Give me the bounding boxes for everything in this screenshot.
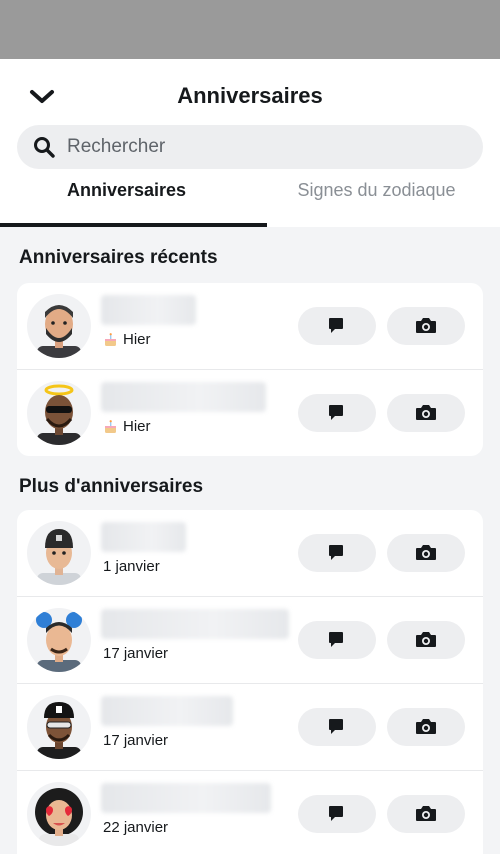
date-label: 17 janvier [103,645,169,662]
page-title: Anniversaires [177,83,323,108]
cake-icon [105,420,116,433]
avatar [27,381,91,445]
birthday-date: 22 janvier [103,819,168,836]
birthday-date: 17 janvier [103,645,168,662]
camera-button[interactable] [387,621,465,659]
active-tab-indicator [0,223,267,227]
search-icon [34,137,55,158]
header-area: Anniversaires Anniversaires Signes du zo… [0,59,500,227]
section-title-recent: Anniversaires récents [19,247,218,268]
avatar [27,782,91,846]
chat-button[interactable] [298,534,376,572]
date-label: 17 janvier [103,732,169,749]
contact-name-blurred [101,783,271,813]
avatar [27,521,91,585]
chat-button[interactable] [298,394,376,432]
birthdays-sheet: Anniversaires Anniversaires Signes du zo… [0,59,500,854]
tab-birthdays[interactable]: Anniversaires [0,180,253,208]
chat-button[interactable] [298,621,376,659]
tab-zodiac-signs[interactable]: Signes du zodiaque [253,180,500,208]
avatar [27,695,91,759]
date-label: Hier [123,418,151,435]
chat-icon [329,545,343,560]
chat-button[interactable] [298,708,376,746]
date-label: 1 janvier [103,558,160,575]
avatar [27,608,91,672]
avatar [27,294,91,358]
birthday-date: Hier [103,418,151,435]
list-item[interactable]: 1 janvier [17,510,483,597]
status-bar-area [0,0,500,59]
camera-icon [416,545,436,560]
chat-icon [329,806,343,821]
search-bar[interactable] [17,125,483,169]
camera-button[interactable] [387,708,465,746]
list-item[interactable]: 17 janvier [17,597,483,684]
date-label: 22 janvier [103,819,169,836]
contact-name-blurred [101,522,186,552]
search-input[interactable] [67,125,467,169]
list-item[interactable]: 22 janvier [17,771,483,854]
camera-icon [416,318,436,333]
chat-icon [329,405,343,420]
contact-name-blurred [101,295,196,325]
contact-name-blurred [101,696,233,726]
list-item[interactable]: Hier [17,283,483,370]
birthday-date: Hier [103,331,151,348]
camera-icon [416,405,436,420]
section-title-more: Plus d'anniversaires [19,476,204,497]
cake-icon [105,333,116,346]
chat-button[interactable] [298,307,376,345]
list-item[interactable]: Hier [17,370,483,456]
chat-icon [329,632,343,647]
birthday-date: 17 janvier [103,732,168,749]
camera-icon [416,632,436,647]
camera-button[interactable] [387,394,465,432]
chat-icon [329,719,343,734]
camera-icon [416,719,436,734]
camera-button[interactable] [387,307,465,345]
more-birthdays-card: 1 janvier 17 janvier 17 janvier 22 janvi… [17,510,483,854]
camera-button[interactable] [387,795,465,833]
list-item[interactable]: 17 janvier [17,684,483,771]
chat-button[interactable] [298,795,376,833]
camera-button[interactable] [387,534,465,572]
contact-name-blurred [101,609,289,639]
chat-icon [329,318,343,333]
recent-birthdays-card: Hier Hier [17,283,483,456]
birthday-date: 1 janvier [103,558,160,575]
camera-icon [416,806,436,821]
date-label: Hier [123,331,151,348]
contact-name-blurred [101,382,266,412]
